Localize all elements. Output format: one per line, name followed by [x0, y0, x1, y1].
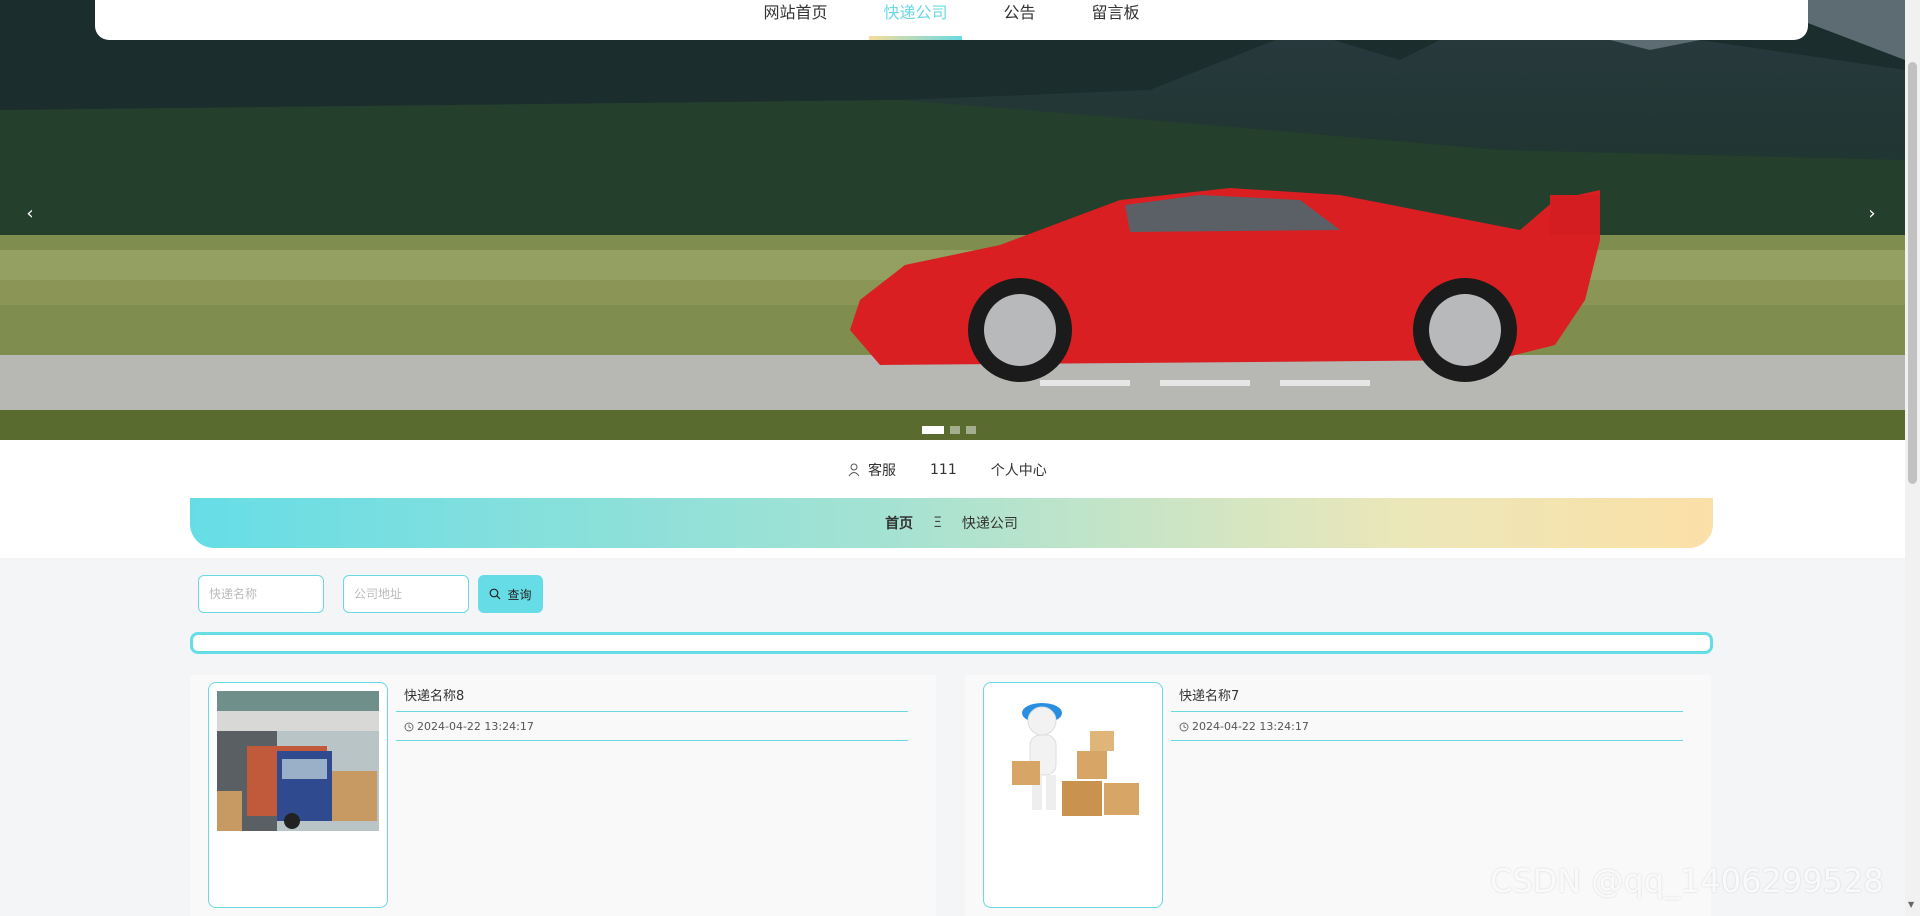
username-label: 111	[930, 462, 957, 478]
scrollbar-thumb[interactable]	[1908, 62, 1917, 484]
breadcrumb: 首页 Ξ 快递公司	[190, 498, 1713, 548]
banner-dot-1[interactable]	[922, 426, 944, 434]
personal-center-link[interactable]: 个人中心	[991, 460, 1047, 480]
category-bar	[190, 632, 1713, 654]
username-link[interactable]: 111	[930, 462, 957, 478]
nav-announcements[interactable]: 公告	[990, 2, 1050, 40]
clock-icon	[404, 722, 414, 731]
courier-card-title[interactable]: 快递名称7	[1171, 682, 1683, 712]
nav-home[interactable]: 网站首页	[749, 2, 841, 40]
search-button-label: 查询	[507, 587, 532, 602]
watermark: CSDN @qq_1406299528	[1490, 862, 1884, 900]
person-icon	[848, 463, 860, 477]
banner-next-button[interactable]: ›	[1860, 202, 1884, 226]
chevron-right-icon: ›	[1868, 203, 1876, 224]
banner-dot-3[interactable]	[966, 426, 976, 434]
courier-card-title[interactable]: 快递名称8	[396, 682, 908, 712]
courier-card-date: 2024-04-22 13:24:17	[396, 713, 908, 741]
courier-card[interactable]: 快递名称8 2024-04-22 13:24:17	[190, 675, 936, 916]
nav-message-board[interactable]: 留言板	[1078, 2, 1154, 40]
customer-service-link[interactable]: 客服	[848, 460, 896, 480]
top-nav: 网站首页 快递公司 公告 留言板	[95, 0, 1808, 40]
clock-icon	[1179, 722, 1189, 731]
courier-card-date-text: 2024-04-22 13:24:17	[1192, 719, 1309, 733]
page-scrollbar[interactable]: ▼	[1905, 0, 1920, 916]
banner-indicator	[922, 426, 976, 434]
banner-dot-2[interactable]	[950, 426, 960, 434]
breadcrumb-separator: Ξ	[933, 515, 942, 531]
courier-card-image[interactable]	[208, 682, 388, 908]
chevron-left-icon: ‹	[26, 203, 34, 224]
search-icon	[490, 588, 501, 600]
scroll-down-arrow-icon[interactable]: ▼	[1908, 900, 1914, 909]
delivery-man-boxes-image	[992, 691, 1154, 831]
nav-courier-companies[interactable]: 快递公司	[869, 2, 962, 40]
banner-prev-button[interactable]: ‹	[18, 202, 42, 226]
banner-image-red-sports-car	[0, 0, 1905, 440]
courier-name-input[interactable]	[198, 575, 324, 613]
search-button[interactable]: 查询	[478, 575, 543, 613]
breadcrumb-current: 快递公司	[961, 516, 1018, 532]
breadcrumb-home[interactable]: 首页	[885, 513, 913, 533]
company-address-input[interactable]	[343, 575, 469, 613]
hero-banner[interactable]: ‹ ›	[0, 0, 1905, 440]
warehouse-truck-image	[217, 691, 379, 831]
customer-service-label: 客服	[868, 463, 896, 479]
courier-card-image[interactable]	[983, 682, 1163, 908]
personal-center-label: 个人中心	[990, 463, 1047, 479]
courier-card-date: 2024-04-22 13:24:17	[1171, 713, 1683, 741]
courier-card-date-text: 2024-04-22 13:24:17	[417, 719, 534, 733]
